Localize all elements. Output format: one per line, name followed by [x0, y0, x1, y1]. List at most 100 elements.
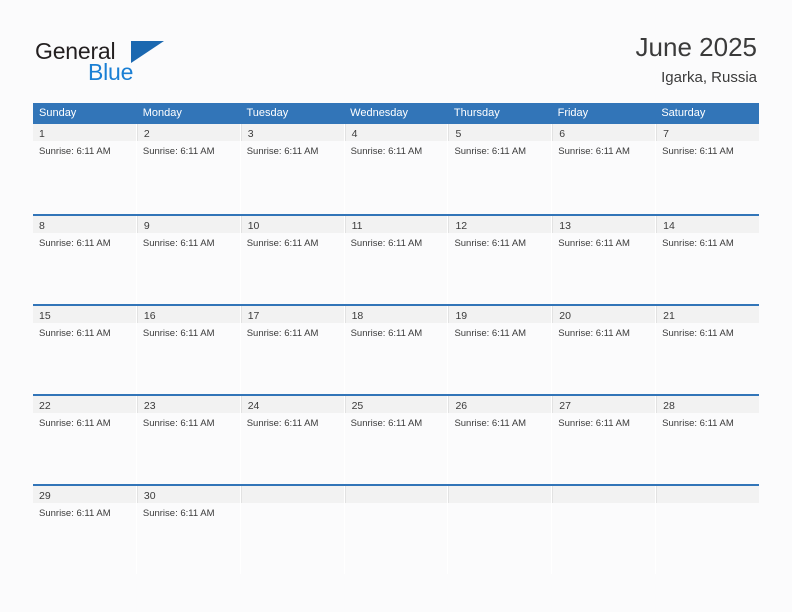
brand-flag-icon — [131, 41, 164, 63]
day-content — [656, 503, 759, 507]
day-number: 26 — [455, 400, 468, 412]
sunrise-event: Sunrise: 6:11 AM — [558, 328, 630, 339]
weekday-header-row: Sunday Monday Tuesday Wednesday Thursday… — [33, 103, 759, 124]
brand-word-blue: Blue — [88, 59, 134, 85]
calendar-day-cell[interactable]: 18 Sunrise: 6:11 AM — [344, 306, 449, 394]
day-content: Sunrise: 6:11 AM — [345, 141, 448, 158]
day-number-band: 15 — [33, 306, 136, 323]
day-number: 2 — [143, 128, 150, 140]
day-number-band: 19 — [448, 306, 552, 323]
calendar-day-cell-empty — [656, 486, 760, 574]
day-number: 4 — [351, 128, 358, 140]
calendar-day-cell[interactable]: 6 Sunrise: 6:11 AM — [552, 124, 657, 214]
sunrise-event: Sunrise: 6:11 AM — [142, 146, 215, 157]
day-number-band: 26 — [448, 396, 552, 413]
calendar-day-cell[interactable]: 5 Sunrise: 6:11 AM — [448, 124, 553, 214]
page-header: General Blue June 2025 Igarka, Russia — [0, 0, 792, 103]
calendar-page: General Blue June 2025 Igarka, Russia Su… — [0, 0, 792, 612]
calendar-day-cell[interactable]: 15 Sunrise: 6:11 AM — [33, 306, 137, 394]
calendar-day-cell[interactable]: 7 Sunrise: 6:11 AM — [656, 124, 760, 214]
calendar-day-cell[interactable]: 21 Sunrise: 6:11 AM — [656, 306, 760, 394]
day-content: Sunrise: 6:11 AM — [137, 503, 240, 520]
day-number: 25 — [351, 400, 364, 412]
day-number-band: 23 — [136, 396, 240, 413]
calendar-day-cell[interactable]: 4 Sunrise: 6:11 AM — [344, 124, 449, 214]
calendar-day-cell[interactable]: 23 Sunrise: 6:11 AM — [136, 396, 241, 484]
day-content: Sunrise: 6:11 AM — [448, 323, 551, 340]
page-subtitle: Igarka, Russia — [661, 69, 757, 86]
day-number: 13 — [559, 220, 571, 232]
day-content: Sunrise: 6:11 AM — [448, 141, 551, 158]
weekday-header-thursday: Thursday — [453, 107, 500, 119]
calendar-day-cell-empty — [448, 486, 553, 574]
day-content: Sunrise: 6:11 AM — [656, 323, 759, 340]
calendar-day-cell[interactable]: 12 Sunrise: 6:11 AM — [448, 216, 553, 304]
day-number: 27 — [559, 400, 571, 412]
day-number-band: 1 — [33, 124, 136, 141]
calendar-day-cell[interactable]: 28 Sunrise: 6:11 AM — [656, 396, 760, 484]
calendar-day-cell[interactable]: 17 Sunrise: 6:11 AM — [240, 306, 345, 394]
calendar-day-cell[interactable]: 30 Sunrise: 6:11 AM — [136, 486, 241, 574]
calendar-day-cell-empty — [240, 486, 345, 574]
day-number-band: 13 — [552, 216, 656, 233]
calendar-day-cell[interactable]: 24 Sunrise: 6:11 AM — [240, 396, 345, 484]
calendar-day-cell[interactable]: 29 Sunrise: 6:11 AM — [33, 486, 137, 574]
calendar-day-cell[interactable]: 20 Sunrise: 6:11 AM — [552, 306, 657, 394]
day-number-band: 17 — [240, 306, 344, 323]
sunrise-event: Sunrise: 6:11 AM — [39, 238, 111, 249]
sunrise-event: Sunrise: 6:11 AM — [662, 238, 734, 249]
day-content: Sunrise: 6:11 AM — [241, 413, 344, 430]
weekday-header-saturday: Saturday — [661, 107, 706, 119]
sunrise-event: Sunrise: 6:11 AM — [350, 328, 423, 339]
weekday-header-wednesday: Wednesday — [350, 107, 409, 119]
calendar-day-cell[interactable]: 10 Sunrise: 6:11 AM — [240, 216, 345, 304]
day-number: 22 — [39, 400, 51, 412]
calendar-day-cell[interactable]: 25 Sunrise: 6:11 AM — [344, 396, 449, 484]
calendar-day-cell[interactable]: 9 Sunrise: 6:11 AM — [136, 216, 241, 304]
calendar-day-cell[interactable]: 22 Sunrise: 6:11 AM — [33, 396, 137, 484]
calendar-day-cell[interactable]: 14 Sunrise: 6:11 AM — [656, 216, 760, 304]
day-number: 5 — [455, 128, 462, 140]
day-content: Sunrise: 6:11 AM — [552, 323, 655, 340]
calendar-day-cell[interactable]: 19 Sunrise: 6:11 AM — [448, 306, 553, 394]
day-content — [448, 503, 551, 507]
title-block: June 2025 Igarka, Russia — [636, 30, 757, 89]
page-title: June 2025 — [635, 32, 757, 62]
day-number-band — [656, 486, 760, 503]
calendar-day-cell[interactable]: 13 Sunrise: 6:11 AM — [552, 216, 657, 304]
calendar-day-cell[interactable]: 16 Sunrise: 6:11 AM — [136, 306, 241, 394]
sunrise-event: Sunrise: 6:11 AM — [662, 418, 734, 429]
calendar-day-cell-empty — [344, 486, 449, 574]
sunrise-event: Sunrise: 6:11 AM — [454, 238, 527, 249]
calendar-day-cell[interactable]: 2 Sunrise: 6:11 AM — [136, 124, 241, 214]
calendar-day-cell[interactable]: 26 Sunrise: 6:11 AM — [448, 396, 553, 484]
day-content: Sunrise: 6:11 AM — [137, 323, 240, 340]
day-number-band: 11 — [344, 216, 448, 233]
day-number: 11 — [351, 220, 363, 232]
day-content: Sunrise: 6:11 AM — [33, 233, 136, 250]
day-number: 7 — [663, 128, 669, 140]
brand-logo[interactable]: General Blue — [35, 38, 255, 88]
calendar-day-cell[interactable]: 11 Sunrise: 6:11 AM — [344, 216, 449, 304]
calendar-day-cell-empty — [552, 486, 657, 574]
day-content: Sunrise: 6:11 AM — [656, 233, 759, 250]
day-content: Sunrise: 6:11 AM — [241, 233, 344, 250]
day-content: Sunrise: 6:11 AM — [137, 413, 240, 430]
day-number: 9 — [143, 220, 150, 232]
day-number-band: 30 — [136, 486, 240, 503]
calendar-day-cell[interactable]: 3 Sunrise: 6:11 AM — [240, 124, 345, 214]
day-content — [345, 503, 448, 507]
sunrise-event: Sunrise: 6:11 AM — [454, 418, 527, 429]
day-number-band: 5 — [448, 124, 552, 141]
calendar-day-cell[interactable]: 1 Sunrise: 6:11 AM — [33, 124, 137, 214]
day-number-band — [552, 486, 656, 503]
day-content: Sunrise: 6:11 AM — [552, 233, 655, 250]
day-content: Sunrise: 6:11 AM — [137, 233, 240, 250]
calendar-day-cell[interactable]: 27 Sunrise: 6:11 AM — [552, 396, 657, 484]
sunrise-event: Sunrise: 6:11 AM — [350, 146, 423, 157]
calendar-day-cell[interactable]: 8 Sunrise: 6:11 AM — [33, 216, 137, 304]
day-number: 6 — [559, 128, 566, 140]
day-number: 1 — [39, 128, 45, 140]
sunrise-event: Sunrise: 6:11 AM — [662, 146, 734, 157]
day-number: 20 — [559, 310, 571, 322]
